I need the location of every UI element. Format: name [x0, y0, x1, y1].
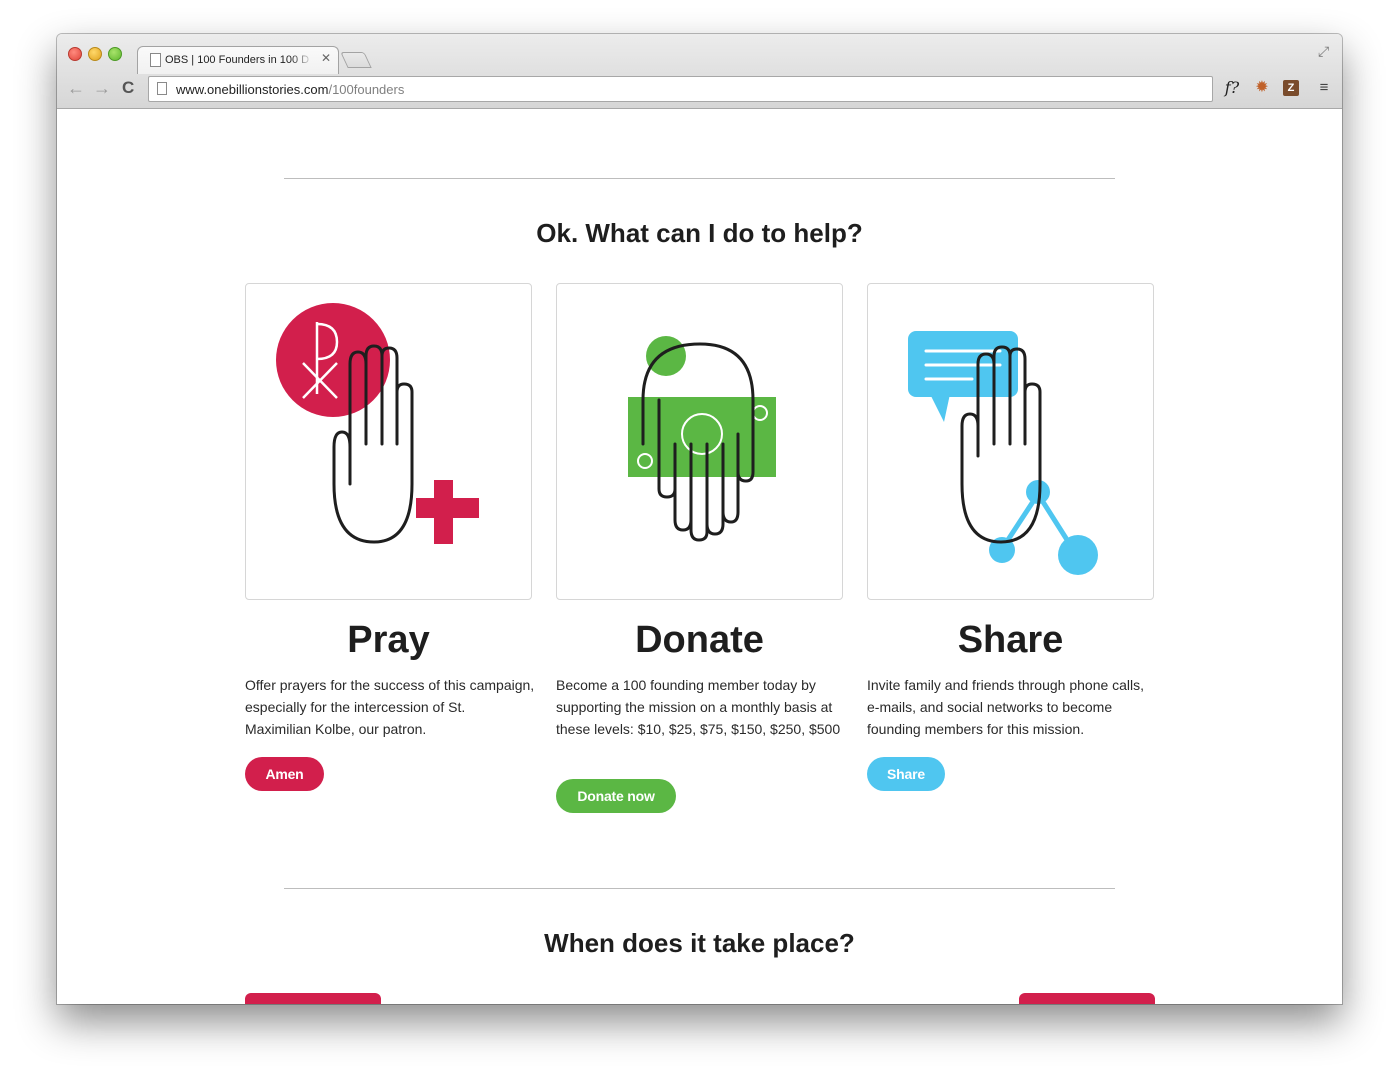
donate-card [556, 283, 843, 600]
date-tab-left[interactable] [245, 993, 381, 1004]
divider [284, 178, 1115, 179]
browser-tab[interactable]: OBS | 100 Founders in 100 D ✕ [137, 46, 339, 74]
url-domain: www.onebillionstories.com [176, 82, 329, 97]
divider [284, 888, 1115, 889]
pray-title: Pray [347, 619, 430, 661]
browser-chrome: OBS | 100 Founders in 100 D ✕ ⤢ ← → C ww… [57, 34, 1342, 109]
donate-hand-icon [628, 336, 776, 542]
help-section-title: Ok. What can I do to help? [536, 218, 863, 248]
bug-extension-icon[interactable]: ✹ [1252, 78, 1272, 98]
donate-title: Donate [635, 619, 764, 661]
address-bar[interactable]: www.onebillionstories.com/100founders [148, 76, 1213, 102]
when-section-title: When does it take place? [544, 928, 855, 958]
new-tab-button[interactable] [340, 52, 372, 68]
date-tab-right[interactable] [1019, 993, 1155, 1004]
font-finder-extension-icon[interactable]: f? [1222, 78, 1242, 98]
reload-button[interactable]: C [122, 78, 134, 98]
url-path: /100founders [328, 82, 405, 97]
close-window-button[interactable] [68, 47, 82, 61]
minimize-window-button[interactable] [88, 47, 102, 61]
tab-close-icon[interactable]: ✕ [321, 51, 331, 65]
share-button[interactable]: Share [867, 757, 945, 791]
share-hand-icon [908, 331, 1098, 575]
fullscreen-icon[interactable]: ⤢ [1318, 43, 1329, 60]
share-description: Invite family and friends through phone … [867, 677, 1145, 737]
share-title: Share [957, 619, 1064, 661]
tab-title: OBS | 100 Founders in 100 D [165, 54, 310, 66]
donate-now-button[interactable]: Donate now [556, 779, 676, 813]
donate-description: Become a 100 founding member today by su… [556, 677, 841, 737]
zoom-window-button[interactable] [108, 47, 122, 61]
back-button[interactable]: ← [67, 78, 85, 99]
page-icon [150, 53, 161, 67]
forward-button[interactable]: → [93, 78, 111, 99]
amen-button[interactable]: Amen [245, 757, 324, 791]
menu-icon[interactable]: ≡ [1314, 78, 1334, 98]
page-icon [157, 82, 167, 95]
z-extension-icon[interactable]: Z [1283, 80, 1299, 96]
browser-window: OBS | 100 Founders in 100 D ✕ ⤢ ← → C ww… [57, 34, 1342, 1004]
page-viewport: Ok. What can I do to help? Pray Donate S… [57, 109, 1342, 1004]
praying-hand-icon [276, 303, 479, 544]
pray-card [245, 283, 532, 600]
url-text[interactable]: www.onebillionstories.com/100founders [176, 82, 404, 97]
pray-description: Offer prayers for the success of this ca… [245, 677, 535, 737]
share-card [867, 283, 1154, 600]
